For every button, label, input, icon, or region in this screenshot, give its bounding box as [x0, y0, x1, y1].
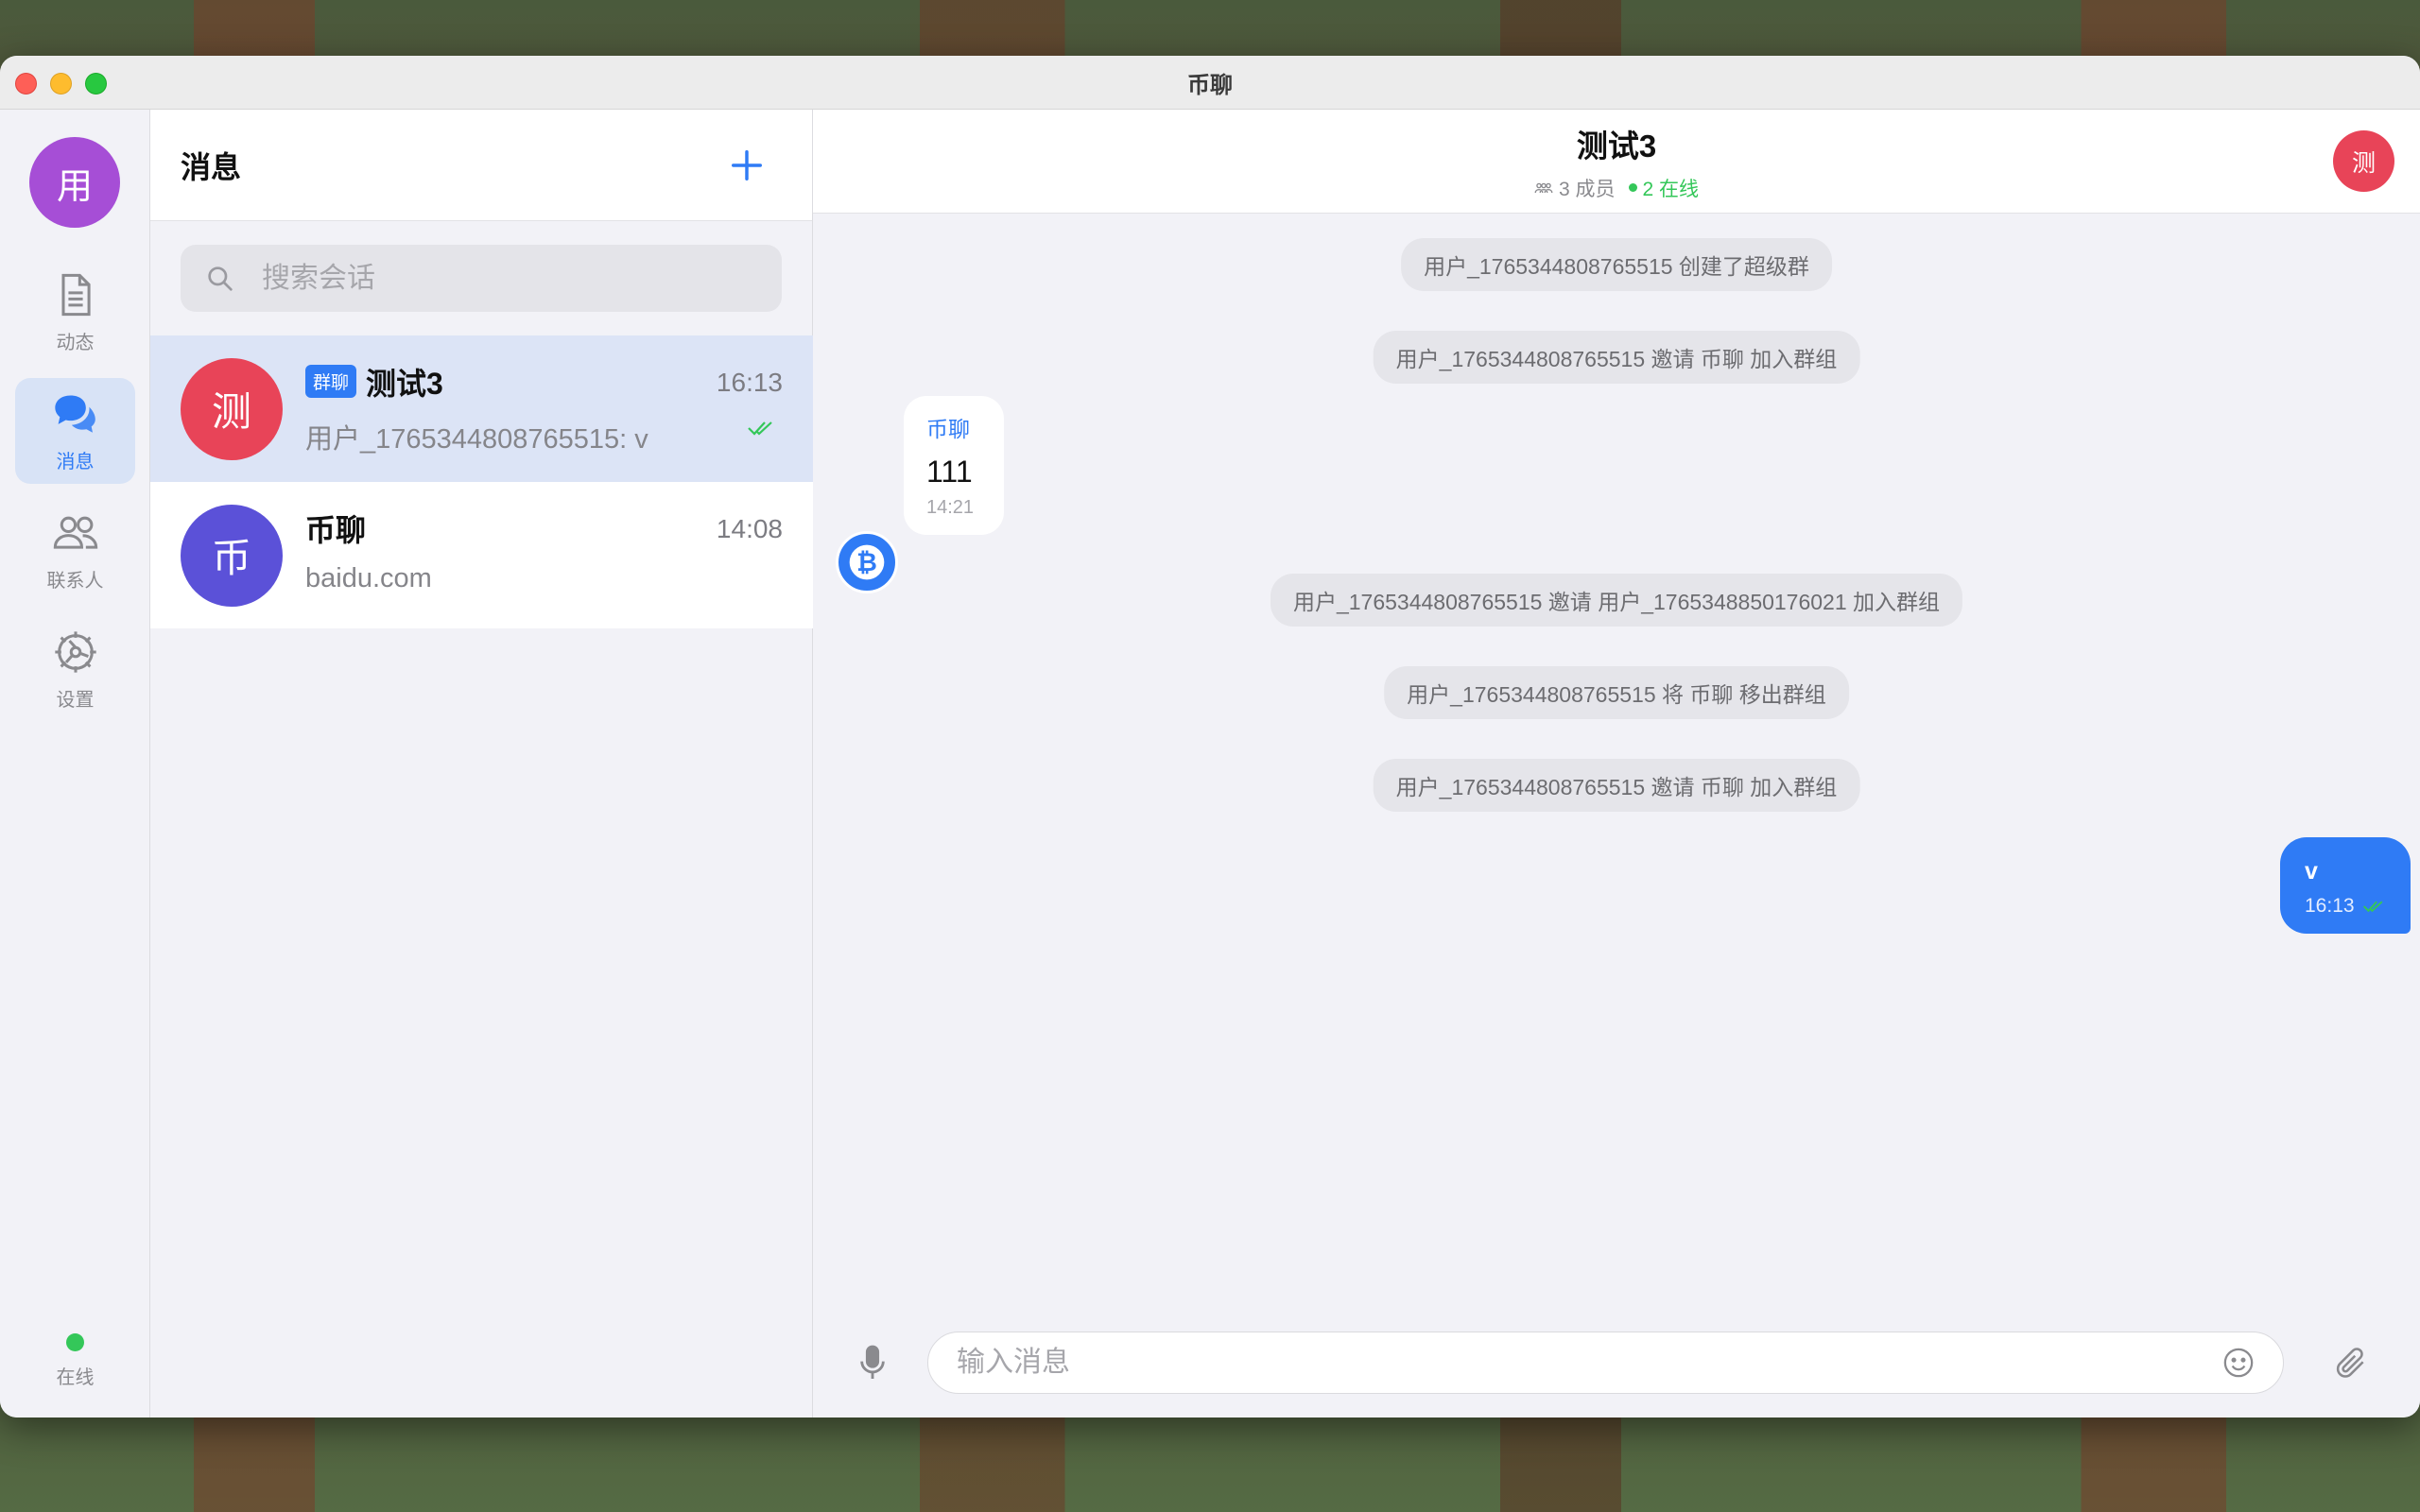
list-title: 消息: [181, 149, 242, 184]
conversation-avatar: 币: [181, 504, 283, 607]
nav-item-feed[interactable]: 动态: [15, 259, 135, 365]
system-message: 用户_1765344808765515 创建了超级群: [1401, 238, 1832, 291]
members-icon: [1534, 182, 1553, 193]
chat-subtitle: 3 成员 2 在线: [1534, 174, 1699, 202]
microphone-icon: [860, 1345, 885, 1379]
online-count: 2 在线: [1629, 174, 1700, 202]
window-title: 币聊: [1187, 72, 1233, 98]
emoji-button[interactable]: [2222, 1347, 2255, 1379]
new-conversation-button[interactable]: [729, 139, 765, 192]
online-status-dot: [66, 1333, 84, 1351]
close-window-button[interactable]: [15, 73, 37, 94]
search-icon: [208, 266, 233, 291]
list-header: 消息: [150, 110, 812, 221]
message-composer: [813, 1332, 2420, 1394]
conversation-preview: 用户_1765344808765515: v: [305, 423, 648, 455]
message-input[interactable]: [957, 1347, 2222, 1379]
nav-item-label: 动态: [56, 332, 95, 353]
conversation-name: 测试3: [366, 366, 443, 401]
nav-item-label: 设置: [56, 689, 95, 711]
conversation-item[interactable]: 测 群聊 测试3 16:13 用户_1765344808765515: v: [150, 335, 813, 482]
nav-item-settings[interactable]: 设置: [15, 616, 135, 722]
online-status-label: 在线: [56, 1367, 95, 1388]
zoom-window-button[interactable]: [85, 73, 107, 94]
conversation-avatar: 测: [181, 357, 283, 460]
gear-icon: [54, 630, 96, 673]
svg-text:₿: ₿: [856, 548, 877, 577]
system-message: 用户_1765344808765515 邀请 币聊 加入群组: [1373, 759, 1860, 812]
nav-item-messages[interactable]: 消息: [15, 378, 135, 484]
sender-avatar[interactable]: ₿: [836, 531, 898, 593]
message-text: 111: [926, 455, 973, 489]
conversation-time: 14:08: [716, 513, 783, 543]
conversation-name: 币聊: [305, 512, 367, 547]
paperclip-icon: [2336, 1348, 2364, 1378]
chat-info-avatar[interactable]: 测: [2333, 130, 2394, 192]
bitcoin-icon: ₿: [849, 544, 885, 580]
minimize-window-button[interactable]: [50, 73, 72, 94]
read-check-icon: [2362, 901, 2383, 913]
attach-button[interactable]: [2333, 1345, 2369, 1385]
chat-bubbles-icon: [54, 395, 95, 433]
chat-header: 测试3 3 成员 2 在线 测: [813, 110, 2420, 214]
message-sender: 币聊: [926, 417, 970, 441]
app-window: 币聊 用 动态 消息 联系人 设置 在线 消息 搜索会话 测 群聊 测试3 16…: [0, 56, 2420, 1418]
chat-panel: 测试3 3 成员 2 在线 测 用户_1765344808765515 创建了超…: [813, 110, 2420, 1418]
conversation-item[interactable]: 币 币聊 14:08 baidu.com: [150, 482, 813, 628]
message-time: 16:13: [2305, 895, 2355, 917]
chat-title: 测试3: [1576, 128, 1657, 163]
system-message: 用户_1765344808765515 邀请 币聊 加入群组: [1373, 331, 1860, 384]
conversation-time: 16:13: [716, 367, 783, 397]
read-check-icon: [748, 421, 772, 436]
title-bar: 币聊: [0, 56, 2420, 110]
nav-item-label: 消息: [56, 451, 95, 472]
document-icon: [60, 273, 91, 316]
contacts-icon: [53, 516, 97, 549]
window-controls: [15, 73, 107, 94]
nav-rail: 用 动态 消息 联系人 设置 在线: [0, 110, 150, 1418]
plus-icon: [732, 149, 762, 180]
system-message: 用户_1765344808765515 将 币聊 移出群组: [1384, 666, 1849, 719]
nav-item-label: 联系人: [46, 570, 104, 592]
conversation-preview: baidu.com: [305, 562, 432, 593]
message-time: 14:21: [926, 497, 975, 518]
voice-button[interactable]: [856, 1344, 889, 1386]
member-count: 3 成员: [1558, 178, 1616, 200]
message-text: v: [2305, 858, 2318, 885]
search-input[interactable]: [262, 262, 753, 295]
message-input-box: [927, 1332, 2284, 1394]
search-bar: [181, 245, 782, 312]
incoming-message[interactable]: 币聊 111 14:21: [904, 396, 1004, 535]
conversation-list-panel: 消息 测 群聊 测试3 16:13 用户: [150, 110, 813, 1418]
nav-item-contacts[interactable]: 联系人: [15, 497, 135, 603]
group-badge: 群聊: [305, 365, 357, 398]
my-avatar[interactable]: 用: [29, 137, 120, 228]
system-message: 用户_1765344808765515 邀请 用户_17653488501760…: [1270, 574, 1963, 627]
outgoing-message[interactable]: v 16:13: [2280, 837, 2411, 934]
